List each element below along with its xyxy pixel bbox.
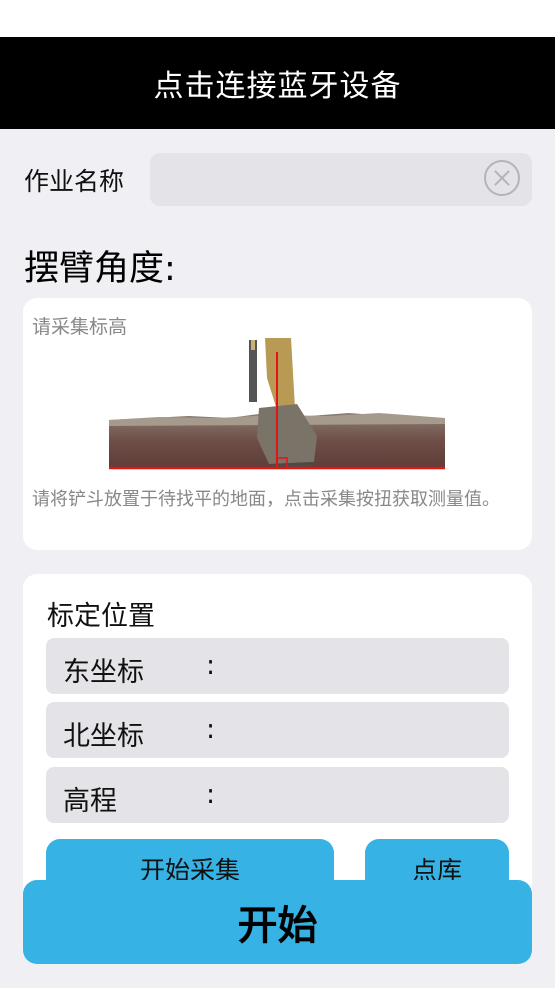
arm-angle-heading: 摆臂角度:: [24, 249, 176, 289]
job-name-label: 作业名称: [24, 167, 125, 196]
connect-bluetooth-bar[interactable]: 点击连接蓝牙设备: [0, 37, 555, 129]
job-name-input[interactable]: [150, 153, 532, 206]
start-button[interactable]: 开始: [23, 880, 532, 964]
field-separator: :: [206, 779, 216, 810]
elevation-label: 高程: [63, 786, 117, 817]
excavator-arm: [265, 338, 295, 410]
field-separator: :: [206, 714, 216, 745]
east-coordinate-label: 东坐标: [63, 657, 144, 688]
calibration-card: 标定位置 东坐标 : 北坐标 : 高程 : 开始采集 点库: [23, 574, 532, 904]
excavator-bucket-illustration: [109, 338, 445, 470]
status-bar: [0, 0, 555, 37]
start-button-label: 开始: [237, 903, 318, 949]
elevation-collect-card: 请采集标高 请将铲斗放置于待找平的地面，点击采集按扭获取测量值。: [23, 298, 532, 550]
north-coordinate-label: 北坐标: [63, 721, 144, 752]
east-coordinate-field[interactable]: 东坐标 :: [46, 638, 509, 694]
collect-instruction: 请将铲斗放置于待找平的地面，点击采集按扭获取测量值。: [32, 489, 500, 510]
arm-rod: [251, 340, 255, 350]
calibration-title: 标定位置: [47, 601, 155, 632]
connect-bluetooth-title[interactable]: 点击连接蓝牙设备: [154, 61, 402, 105]
north-coordinate-field[interactable]: 北坐标 :: [46, 702, 509, 758]
field-separator: :: [206, 650, 216, 681]
elevation-field[interactable]: 高程 :: [46, 767, 509, 823]
collect-prompt: 请采集标高: [32, 316, 128, 338]
excavator-bucket: [257, 404, 317, 464]
clear-icon[interactable]: [484, 160, 520, 196]
